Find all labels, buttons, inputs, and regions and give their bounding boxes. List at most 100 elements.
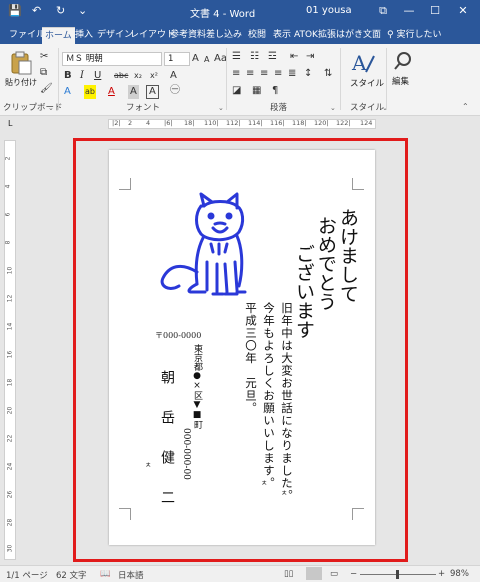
ruler-number: 26 [6,490,14,499]
clipboard-expander-icon[interactable]: ⌄ [48,104,54,112]
multilevel-list-icon[interactable]: ☲ [268,50,277,64]
page-count[interactable]: 1/1 ページ [6,569,48,581]
shrink-font-icon[interactable]: A [204,53,209,67]
paragraph-expander-icon[interactable]: ⌄ [330,104,336,112]
strikethrough-button[interactable]: abc [114,69,128,83]
minimize-button[interactable]: — [398,2,420,20]
sender-name[interactable]: 朝 岳 健 二 [157,370,177,510]
proofing-icon[interactable]: 📖 [100,569,111,579]
text-mark: ㅊ [281,489,288,497]
paste-label[interactable]: 貼り付け [5,77,37,88]
tab-home[interactable]: ホーム [42,27,75,44]
dog-illustration[interactable] [149,192,249,302]
show-marks-icon[interactable]: ¶ [272,84,278,98]
superscript-button[interactable]: x² [150,69,158,83]
editing-button[interactable] [392,50,414,72]
tab-review[interactable]: 校閲 [245,27,269,44]
zoom-out-button[interactable]: − [350,569,357,579]
redo-icon[interactable]: ↻ [56,4,65,17]
ribbon-tabs: ファイル ホーム 挿入 デザイン レイアウト 参考資料 差し込み 校閲 表示 A… [0,24,480,44]
ruler-number: 28 [6,518,14,527]
decrease-indent-icon[interactable]: ⇤ [290,50,298,64]
increase-indent-icon[interactable]: ⇥ [306,50,314,64]
editing-label[interactable]: 編集 [392,75,409,87]
tab-atok[interactable]: ATOK拡張 [291,27,339,44]
shading-icon[interactable]: ◪ [232,84,241,98]
sender-phone[interactable]: 000-000-00 [181,428,191,480]
maximize-button[interactable]: ☐ [424,2,446,20]
vertical-ruler[interactable]: 2 4 6 8 10 12 14 16 18 20 22 24 26 28 30 [4,140,16,560]
zoom-slider-thumb[interactable] [396,570,400,579]
italic-button[interactable]: I [80,69,84,83]
ruler-number: |6| [164,119,173,127]
underline-button[interactable]: U [94,69,101,83]
copy-icon[interactable]: ⧉ [40,66,47,80]
collapse-ribbon-icon[interactable]: ⌃ [462,102,469,111]
user-name[interactable]: 01 yousa [306,5,352,16]
distributed-icon[interactable]: ≣ [288,67,296,81]
postal-code[interactable]: 〒000-0000 [155,330,201,341]
line-spacing-icon[interactable]: ↕ [304,67,312,81]
title-bar: 💾 ↶ ↻ ⌄ 文書 4 - Word 01 yousa ⧉ — ☐ ✕ [0,0,480,24]
separator [386,48,387,110]
sort-icon[interactable]: ⇅ [324,67,332,81]
align-right-icon[interactable]: ≡ [260,67,268,81]
font-size-combo[interactable]: 1 [164,52,190,66]
font-name-combo[interactable]: ＭＳ 明朝 [62,52,162,66]
zoom-in-button[interactable]: + [438,569,445,579]
styles-icon: A [351,51,375,75]
paste-button[interactable] [8,50,34,76]
bullets-icon[interactable]: ☰ [232,50,241,64]
close-button[interactable]: ✕ [452,2,474,20]
greeting-line-3[interactable]: ございます [291,244,318,339]
language-indicator[interactable]: 日本語 [118,569,144,581]
zoom-level[interactable]: 98% [450,569,469,579]
customize-quick-access-icon[interactable]: ⌄ [78,4,87,17]
character-shading-icon[interactable]: A [128,85,139,99]
tab-insert[interactable]: 挿入 [72,27,96,44]
text-effects-icon[interactable]: A [64,85,71,99]
postcard-page[interactable]: あけまして おめでとう ございます 旧年中は大変お世話になりました。 今年もよろ… [109,150,375,545]
format-painter-icon[interactable]: 🖌 [40,82,53,96]
undo-icon[interactable]: ↶ [32,4,41,17]
tell-me-box[interactable]: ⚲ 実行したい [384,27,444,44]
styles-button-label[interactable]: スタイル [350,77,384,89]
bold-button[interactable]: B [64,69,72,83]
crop-mark [119,508,131,520]
message-line-3[interactable]: 平成三〇年 元旦。 [243,302,259,415]
align-left-icon[interactable]: ≡ [232,67,240,81]
message-line-2[interactable]: 今年もよろしくお願いいします。 [261,302,277,490]
font-color-icon[interactable]: A [108,85,115,99]
print-layout-icon[interactable] [306,567,322,580]
font-expander-icon[interactable]: ⌄ [218,104,224,112]
web-layout-icon[interactable]: ▭ [330,569,338,579]
ribbon-display-options-icon[interactable]: ⧉ [372,2,394,20]
ruler-number: 124 [360,119,373,127]
crop-mark [119,178,131,190]
justify-icon[interactable]: ≡ [274,67,282,81]
ruler-number: 30 [6,544,14,553]
grow-font-icon[interactable]: A [192,52,199,66]
word-count[interactable]: 62 文字 [56,569,87,581]
subscript-button[interactable]: x₂ [134,69,142,83]
numbering-icon[interactable]: ☷ [250,50,259,64]
save-icon[interactable]: 💾 [8,4,22,17]
clear-formatting-icon[interactable]: A [170,69,177,83]
borders-icon[interactable]: ▦ [252,84,261,98]
sender-address[interactable]: 東京都●×区▼■町 [191,344,204,429]
styles-gallery-button[interactable]: A [350,50,376,76]
svg-text:A: A [351,51,367,75]
ruler-number: 14 [6,322,14,331]
ruler-number: 120| [314,119,329,127]
ruler-number: 110| [204,119,219,127]
message-line-1[interactable]: 旧年中は大変お世話になりました。 [279,302,295,502]
character-border-icon[interactable]: A [146,85,159,99]
tab-selector-icon[interactable]: L [8,119,12,128]
align-center-icon[interactable]: ≡ [246,67,254,81]
highlight-icon[interactable]: ab [84,85,96,99]
cut-icon[interactable]: ✂ [40,50,48,64]
read-mode-icon[interactable]: ▯▯ [284,569,293,579]
enclosed-character-icon[interactable]: ㊀ [170,84,180,98]
tab-mailings[interactable]: 差し込み [203,27,245,44]
tab-postcard[interactable]: はがき文面 [333,27,384,44]
